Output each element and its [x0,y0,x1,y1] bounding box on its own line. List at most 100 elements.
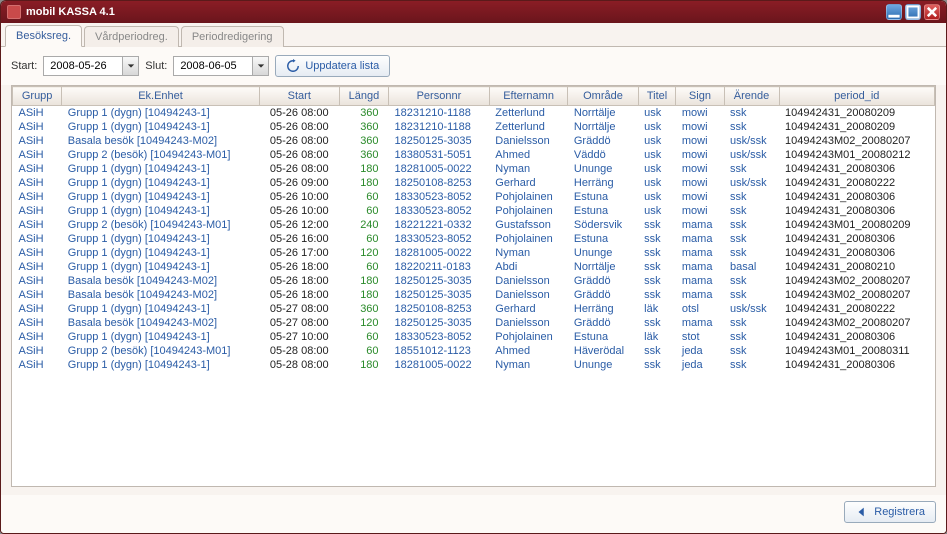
table-cell: 10494243M02_20080207 [779,274,934,288]
table-cell: usk/ssk [724,302,779,316]
table-row[interactable]: ASiHGrupp 1 (dygn) [10494243-1]05-27 10:… [13,330,935,344]
table-cell: Nyman [489,246,568,260]
column-header[interactable]: period_id [779,87,934,106]
update-list-button[interactable]: Uppdatera lista [275,55,390,77]
table-row[interactable]: ASiHGrupp 1 (dygn) [10494243-1]05-26 10:… [13,190,935,204]
table-cell: usk [638,120,676,134]
table-cell: 360 [339,302,388,316]
table-cell: 05-27 08:00 [259,316,339,330]
tab-label: Vårdperiodreg. [95,31,168,43]
minimize-button[interactable] [886,4,902,20]
column-header[interactable]: Personnr [389,87,490,106]
table-cell: mama [676,246,724,260]
table-cell: Gustafsson [489,218,568,232]
table-cell: 104942431_20080210 [779,260,934,274]
start-date-combo[interactable] [43,56,139,76]
table-cell: ssk [638,344,676,358]
register-label: Registrera [874,506,925,518]
table-cell: ASiH [13,344,62,358]
table-cell: Pohjolainen [489,232,568,246]
register-button[interactable]: Registrera [844,501,936,523]
table-cell: 18330523-8052 [389,204,490,218]
visits-grid[interactable]: GruppEk.EnhetStartLängdPersonnrEfternamn… [11,85,936,487]
table-row[interactable]: ASiHGrupp 1 (dygn) [10494243-1]05-28 08:… [13,358,935,372]
maximize-button[interactable] [905,4,921,20]
table-row[interactable]: ASiHGrupp 2 (besök) [10494243-M01]05-26 … [13,218,935,232]
table-cell: usk/ssk [724,134,779,148]
column-header[interactable]: Efternamn [489,87,568,106]
start-date-dropdown-button[interactable] [122,57,138,75]
column-header[interactable]: Ek.Enhet [62,87,260,106]
tab-label: Besöksreg. [16,30,71,42]
end-date-input[interactable] [174,58,252,74]
table-row[interactable]: ASiHGrupp 1 (dygn) [10494243-1]05-26 08:… [13,106,935,121]
column-header[interactable]: Område [568,87,638,106]
table-cell: mowi [676,176,724,190]
tab-vardperiodreg[interactable]: Vårdperiodreg. [84,26,179,47]
close-icon [925,5,939,19]
table-row[interactable]: ASiHGrupp 1 (dygn) [10494243-1]05-26 16:… [13,232,935,246]
table-cell: mowi [676,204,724,218]
table-cell: ASiH [13,162,62,176]
table-row[interactable]: ASiHGrupp 1 (dygn) [10494243-1]05-26 18:… [13,260,935,274]
minimize-icon [887,5,901,19]
table-row[interactable]: ASiHGrupp 2 (besök) [10494243-M01]05-28 … [13,344,935,358]
column-header[interactable]: Sign [676,87,724,106]
table-row[interactable]: ASiHGrupp 1 (dygn) [10494243-1]05-26 08:… [13,162,935,176]
table-cell: 05-28 08:00 [259,344,339,358]
column-header[interactable]: Titel [638,87,676,106]
table-cell: ASiH [13,148,62,162]
table-cell: 104942431_20080306 [779,330,934,344]
table-cell: Basala besök [10494243-M02] [62,288,260,302]
table-cell: ssk [724,162,779,176]
table-cell: mowi [676,134,724,148]
table-cell: 05-26 12:00 [259,218,339,232]
table-row[interactable]: ASiHBasala besök [10494243-M02]05-26 08:… [13,134,935,148]
column-header[interactable]: Ärende [724,87,779,106]
table-row[interactable]: ASiHGrupp 1 (dygn) [10494243-1]05-26 10:… [13,204,935,218]
table-row[interactable]: ASiHGrupp 1 (dygn) [10494243-1]05-26 08:… [13,120,935,134]
table-cell: 18330523-8052 [389,330,490,344]
end-date-dropdown-button[interactable] [252,57,268,75]
table-cell: ASiH [13,134,62,148]
table-cell: Abdi [489,260,568,274]
column-header[interactable]: Längd [339,87,388,106]
table-cell: 360 [339,148,388,162]
column-header[interactable]: Start [259,87,339,106]
end-date-combo[interactable] [173,56,269,76]
table-cell: usk [638,106,676,121]
table-row[interactable]: ASiHGrupp 1 (dygn) [10494243-1]05-26 17:… [13,246,935,260]
table-cell: 18231210-1188 [389,120,490,134]
table-cell: ssk [724,246,779,260]
tab-periodredigering[interactable]: Periodredigering [181,26,284,47]
table-cell: ssk [724,274,779,288]
table-cell: 05-28 08:00 [259,358,339,372]
start-date-input[interactable] [44,58,122,74]
table-cell: jeda [676,344,724,358]
table-row[interactable]: ASiHGrupp 1 (dygn) [10494243-1]05-26 09:… [13,176,935,190]
table-row[interactable]: ASiHBasala besök [10494243-M02]05-26 18:… [13,288,935,302]
column-header[interactable]: Grupp [13,87,62,106]
table-cell: 104942431_20080306 [779,232,934,246]
table-cell: Grupp 1 (dygn) [10494243-1] [62,302,260,316]
tab-besoksreg[interactable]: Besöksreg. [5,25,82,47]
table-cell: jeda [676,358,724,372]
table-row[interactable]: ASiHGrupp 1 (dygn) [10494243-1]05-27 08:… [13,302,935,316]
table-cell: ASiH [13,358,62,372]
table-cell: 18250125-3035 [389,288,490,302]
close-button[interactable] [924,4,940,20]
table-cell: Ahmed [489,148,568,162]
table-cell: ASiH [13,190,62,204]
table-row[interactable]: ASiHBasala besök [10494243-M02]05-26 18:… [13,274,935,288]
table-cell: 180 [339,288,388,302]
table-row[interactable]: ASiHBasala besök [10494243-M02]05-27 08:… [13,316,935,330]
table-cell: 104942431_20080306 [779,162,934,176]
table-cell: mowi [676,148,724,162]
main-window: mobil KASSA 4.1 Besöksreg. Vårdperiodreg… [0,0,947,534]
table-cell: 10494243M02_20080207 [779,316,934,330]
table-cell: 05-26 16:00 [259,232,339,246]
table-cell: 05-26 17:00 [259,246,339,260]
table-cell: läk [638,302,676,316]
table-row[interactable]: ASiHGrupp 2 (besök) [10494243-M01]05-26 … [13,148,935,162]
table-cell: Pohjolainen [489,204,568,218]
